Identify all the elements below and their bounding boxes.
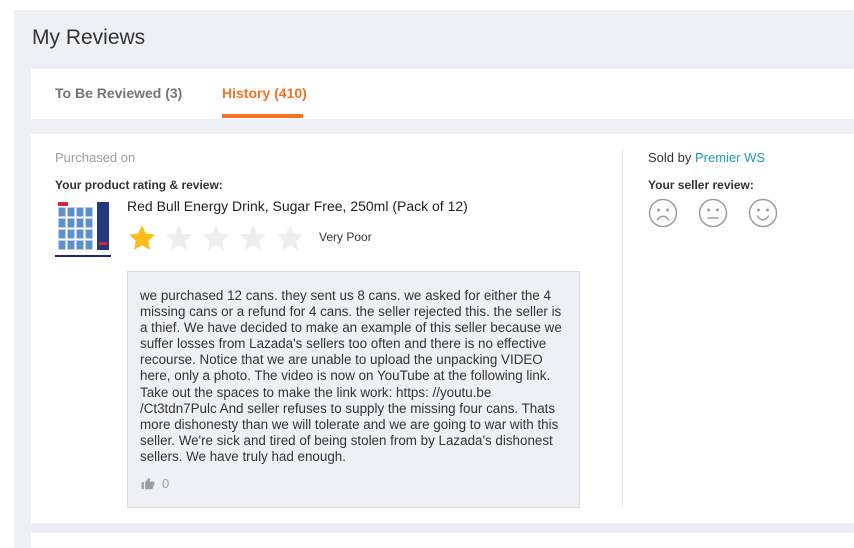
purchased-on-label: Purchased on bbox=[55, 150, 136, 165]
star-icon bbox=[127, 223, 164, 253]
star-icon bbox=[238, 223, 275, 253]
sad-face-icon[interactable] bbox=[648, 198, 678, 228]
tab-history[interactable]: History (410) bbox=[222, 85, 307, 101]
product-rating-heading: Your product rating & review: bbox=[55, 178, 223, 192]
seller-review-heading: Your seller review: bbox=[648, 178, 754, 192]
review-text: we purchased 12 cans. they sent us 8 can… bbox=[140, 288, 562, 464]
product-image[interactable] bbox=[55, 197, 111, 257]
happy-face-icon[interactable] bbox=[748, 198, 778, 228]
star-icon bbox=[201, 223, 238, 253]
review-text-box: we purchased 12 cans. they sent us 8 can… bbox=[127, 271, 580, 508]
tab-to-be-reviewed[interactable]: To Be Reviewed (3) bbox=[55, 85, 182, 101]
next-review-card bbox=[31, 533, 854, 548]
neutral-face-icon[interactable] bbox=[698, 198, 728, 228]
like-button[interactable]: 0 bbox=[141, 476, 169, 491]
sold-by-label: Sold by bbox=[648, 150, 692, 165]
rating-text: Very Poor bbox=[319, 230, 372, 244]
thumbs-up-icon bbox=[141, 477, 155, 491]
seller-name-link[interactable]: Premier WS bbox=[695, 150, 765, 165]
sold-by: Sold by Premier WS bbox=[648, 150, 765, 165]
like-count: 0 bbox=[162, 476, 170, 491]
product-star-rating bbox=[127, 223, 312, 253]
review-card: Purchased on Your product rating & revie… bbox=[31, 134, 854, 523]
seller-review-faces bbox=[648, 198, 798, 228]
active-tab-indicator bbox=[222, 114, 303, 118]
product-name[interactable]: Red Bull Energy Drink, Sugar Free, 250ml… bbox=[127, 198, 468, 214]
star-icon bbox=[275, 223, 312, 253]
star-icon bbox=[164, 223, 201, 253]
tabs-bar: To Be Reviewed (3) History (410) bbox=[31, 69, 854, 119]
page-title: My Reviews bbox=[32, 26, 146, 49]
column-divider bbox=[622, 150, 623, 508]
